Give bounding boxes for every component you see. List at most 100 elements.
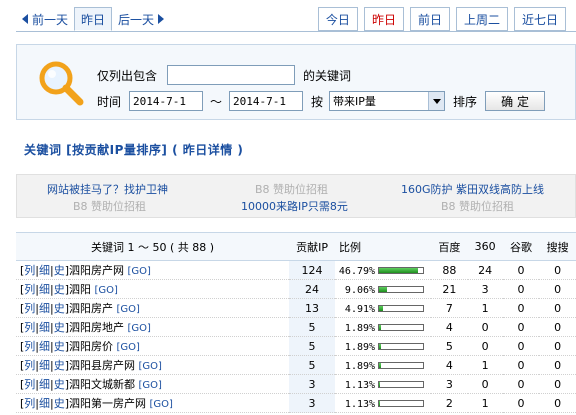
list-link[interactable]: 列 xyxy=(24,264,35,277)
detail-link[interactable]: 细 xyxy=(39,302,50,315)
go-link[interactable]: [GO] xyxy=(117,304,140,315)
go-link[interactable]: [GO] xyxy=(139,380,162,391)
keyword-link[interactable]: 泗阳房产 xyxy=(69,302,113,315)
quick-tab[interactable]: 上周二 xyxy=(455,7,508,31)
ad-slot-for-rent[interactable]: B8 赞助位招租 xyxy=(255,181,328,197)
ratio-bar xyxy=(378,381,425,388)
table-row: [列|细|史] 泗阳房产网 [GO] 124 46.79% 88 24 0 0 xyxy=(16,260,576,280)
list-link[interactable]: 列 xyxy=(24,340,35,353)
top-bar: 前一天 昨日 后一天 今日 昨日 前日 上周二 近七日 xyxy=(0,0,576,38)
history-link[interactable]: 史 xyxy=(54,397,65,410)
ad-slot-for-rent[interactable]: B8 赞助位招租 xyxy=(441,198,514,214)
keyword-cell: 泗阳房地产 [GO] xyxy=(69,317,290,337)
ad-slot-for-rent[interactable]: B8 赞助位招租 xyxy=(73,198,146,214)
current-day-tab[interactable]: 昨日 xyxy=(74,7,113,31)
ratio-value: 1.89% xyxy=(344,322,376,334)
row-links: [列|细|史] xyxy=(16,336,70,356)
list-link[interactable]: 列 xyxy=(24,321,35,334)
s360-cell: 0 xyxy=(467,317,503,337)
go-link[interactable]: [GO] xyxy=(139,361,162,372)
detail-link[interactable]: 细 xyxy=(39,340,50,353)
ratio-bar xyxy=(378,362,425,369)
quick-tab[interactable]: 今日 xyxy=(317,7,358,31)
day-navigation: 前一天 昨日 后一天 xyxy=(16,7,170,31)
row-links: [列|细|史] xyxy=(16,355,70,375)
ip-cell: 3 xyxy=(289,393,336,413)
history-link[interactable]: 史 xyxy=(54,321,65,334)
baidu-cell: 2 xyxy=(431,393,468,413)
keyword-link[interactable]: 泗阳房价 xyxy=(69,340,113,353)
history-link[interactable]: 史 xyxy=(54,340,65,353)
row-links: [列|细|史] xyxy=(16,317,70,337)
quick-tab[interactable]: 近七日 xyxy=(513,7,566,31)
sogou-cell: 0 xyxy=(539,355,576,375)
s360-cell: 3 xyxy=(467,279,503,299)
keyword-cell: 泗阳房产 [GO] xyxy=(69,298,290,318)
go-link[interactable]: [GO] xyxy=(128,266,151,277)
ad-link[interactable]: 网站被挂马了？找护卫神 xyxy=(47,181,168,197)
sort-label: 排序 xyxy=(453,94,478,109)
sort-select[interactable]: 带来IP量 xyxy=(329,91,446,111)
google-column-header[interactable]: 谷歌 xyxy=(502,232,540,261)
history-link[interactable]: 史 xyxy=(54,302,65,315)
ratio-bar-fill xyxy=(379,344,381,349)
ratio-bar-fill xyxy=(379,287,387,292)
section-title: 关键词 [按贡献IP量排序] ( 昨日详情 ) xyxy=(24,143,244,157)
prev-day-link[interactable]: 前一天 xyxy=(16,7,74,31)
ratio-value: 46.79% xyxy=(338,265,376,277)
keyword-link[interactable]: 泗阳县房产网 xyxy=(69,359,135,372)
history-link[interactable]: 史 xyxy=(54,283,65,296)
sogou-column-header[interactable]: 搜搜 xyxy=(539,232,576,261)
ad-link[interactable]: 10000来路IP只需8元 xyxy=(241,198,348,214)
keyword-link[interactable]: 泗阳房产网 xyxy=(69,264,124,277)
confirm-button[interactable]: 确 定 xyxy=(485,91,546,111)
ratio-cell: 1.13% xyxy=(335,393,432,413)
list-link[interactable]: 列 xyxy=(24,397,35,410)
ip-column-header[interactable]: 贡献IP xyxy=(289,232,336,261)
sogou-cell: 0 xyxy=(539,317,576,337)
chevron-down-icon[interactable] xyxy=(428,92,445,110)
keyword-link[interactable]: 泗阳文城新都 xyxy=(69,378,135,391)
s360-cell: 0 xyxy=(467,336,503,356)
row-links: [列|细|史] xyxy=(16,393,70,413)
detail-link[interactable]: 细 xyxy=(39,359,50,372)
list-link[interactable]: 列 xyxy=(24,302,35,315)
detail-link[interactable]: 细 xyxy=(39,378,50,391)
detail-link[interactable]: 细 xyxy=(39,264,50,277)
history-link[interactable]: 史 xyxy=(54,378,65,391)
360-column-header[interactable]: 360 xyxy=(467,232,503,261)
date-to-input[interactable]: 2014-7-1 xyxy=(229,91,304,111)
go-link[interactable]: [GO] xyxy=(128,323,151,334)
baidu-cell: 7 xyxy=(431,298,468,318)
quick-tab[interactable]: 前日 xyxy=(409,7,450,31)
go-link[interactable]: [GO] xyxy=(117,342,140,353)
go-link[interactable]: [GO] xyxy=(95,285,118,296)
detail-link[interactable]: 细 xyxy=(39,283,50,296)
date-from-input[interactable]: 2014-7-1 xyxy=(129,91,204,111)
list-link[interactable]: 列 xyxy=(24,378,35,391)
history-link[interactable]: 史 xyxy=(54,264,65,277)
date-separator: ～ xyxy=(210,94,223,109)
keyword-link[interactable]: 泗阳 xyxy=(69,283,91,296)
list-link[interactable]: 列 xyxy=(24,359,35,372)
next-day-link[interactable]: 后一天 xyxy=(112,7,170,31)
go-link[interactable]: [GO] xyxy=(150,399,173,410)
quick-tab[interactable]: 昨日 xyxy=(363,7,404,31)
ad-link[interactable]: 160G防护 紫田双线高防上线 xyxy=(401,181,544,197)
keyword-link[interactable]: 泗阳房地产 xyxy=(69,321,124,334)
history-link[interactable]: 史 xyxy=(54,359,65,372)
list-link[interactable]: 列 xyxy=(24,283,35,296)
sogou-cell: 0 xyxy=(539,336,576,356)
keyword-link[interactable]: 泗阳第一房产网 xyxy=(69,397,146,410)
detail-link[interactable]: 细 xyxy=(39,321,50,334)
ratio-bar xyxy=(378,324,425,331)
baidu-cell: 5 xyxy=(431,336,468,356)
divider xyxy=(16,31,576,32)
detail-link[interactable]: 细 xyxy=(39,397,50,410)
magnifier-icon xyxy=(39,61,84,106)
google-cell: 0 xyxy=(502,355,540,375)
ratio-cell: 4.91% xyxy=(335,298,432,318)
keyword-filter-input[interactable] xyxy=(167,65,296,85)
baidu-column-header[interactable]: 百度 xyxy=(431,232,468,261)
keyword-cell: 泗阳房价 [GO] xyxy=(69,336,290,356)
